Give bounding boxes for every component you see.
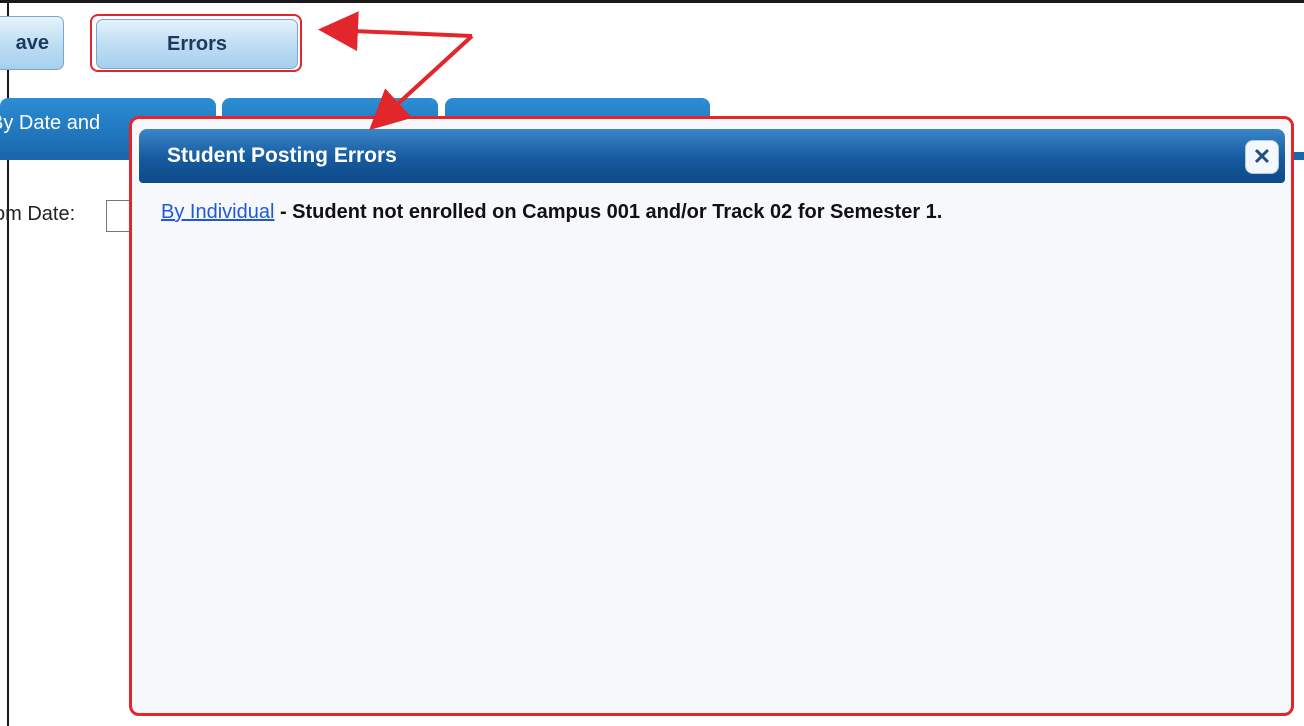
errors-button-label: Errors <box>166 32 228 55</box>
arrow-to-errors-button <box>318 11 473 52</box>
student-posting-errors-dialog: Student Posting Errors ✕ By Individual -… <box>129 116 1294 716</box>
save-button[interactable]: ave <box>0 16 64 70</box>
close-icon[interactable]: ✕ <box>1245 140 1279 174</box>
by-individual-link[interactable]: By Individual <box>161 201 274 223</box>
dialog-header: Student Posting Errors ✕ <box>139 129 1285 183</box>
from-date-label: om Date: <box>0 203 76 225</box>
error-message-row: By Individual - Student not enrolled on … <box>161 201 942 224</box>
save-button-label: ave <box>15 31 49 54</box>
window-top-border <box>0 0 1304 3</box>
error-message-text: - Student not enrolled on Campus 001 and… <box>274 201 943 223</box>
dialog-title: Student Posting Errors <box>167 144 397 167</box>
errors-button[interactable]: Errors <box>96 19 298 69</box>
